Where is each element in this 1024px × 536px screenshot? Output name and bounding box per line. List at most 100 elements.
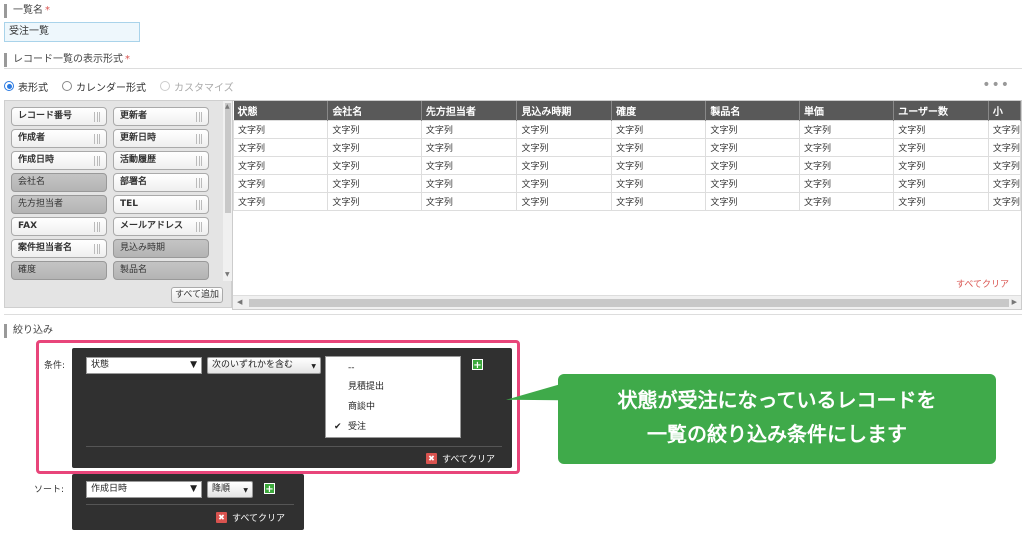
drag-handle-icon[interactable] bbox=[94, 134, 100, 144]
field-chip-updater[interactable]: 更新者 bbox=[113, 107, 209, 126]
table-row: 文字列 文字列 文字列 文字列 文字列 文字列 文字列 文字列 文字列 bbox=[233, 191, 1021, 211]
scroll-up-icon[interactable]: ▲ bbox=[225, 103, 230, 110]
column-header[interactable]: 見込み時期 bbox=[516, 101, 613, 120]
table-cell: 文字列 bbox=[420, 119, 518, 139]
table-cell: 文字列 bbox=[893, 191, 989, 211]
table-cell: 文字列 bbox=[611, 155, 707, 175]
table-cell: 文字列 bbox=[987, 191, 1021, 211]
column-header[interactable]: 小 bbox=[988, 101, 1021, 120]
table-cell: 文字列 bbox=[705, 119, 800, 139]
radio-table-format[interactable]: 表形式 bbox=[4, 79, 48, 94]
table-cell: 文字列 bbox=[798, 155, 895, 175]
table-cell: 文字列 bbox=[798, 119, 895, 139]
table-cell: 文字列 bbox=[611, 137, 707, 157]
list-name-input[interactable]: 受注一覧 bbox=[4, 22, 140, 42]
drag-handle-icon[interactable] bbox=[94, 112, 100, 122]
table-horizontal-scrollbar[interactable]: ◀ ▶ bbox=[233, 295, 1021, 309]
radio-selected-icon bbox=[4, 81, 14, 91]
column-header[interactable]: 状態 bbox=[233, 101, 329, 120]
panel-divider bbox=[86, 504, 294, 505]
table-cell: 文字列 bbox=[516, 119, 613, 139]
field-chip-company: 会社名 bbox=[11, 173, 107, 192]
add-all-button[interactable]: すべて追加 bbox=[171, 287, 223, 303]
field-chip-fax[interactable]: FAX bbox=[11, 217, 107, 236]
sort-order-select[interactable]: 降順 ▼ bbox=[207, 481, 253, 498]
table-cell: 文字列 bbox=[420, 191, 518, 211]
display-format-label: レコード一覧の表示形式 * bbox=[4, 53, 130, 67]
scroll-right-icon[interactable]: ▶ bbox=[1012, 298, 1017, 306]
field-chip-record-number[interactable]: レコード番号 bbox=[11, 107, 107, 126]
field-chip-assignee[interactable]: 案件担当者名 bbox=[11, 239, 107, 258]
preview-table: 状態 会社名 先方担当者 見込み時期 確度 製品名 単価 ユーザー数 小 文字列… bbox=[232, 100, 1022, 310]
table-row: 文字列 文字列 文字列 文字列 文字列 文字列 文字列 文字列 文字列 bbox=[233, 173, 1021, 193]
field-chip-product: 製品名 bbox=[113, 261, 209, 280]
radio-customize: カスタマイズ bbox=[160, 79, 234, 94]
table-cell: 文字列 bbox=[705, 173, 800, 193]
column-header[interactable]: 製品名 bbox=[705, 101, 800, 120]
table-cell: 文字列 bbox=[705, 137, 800, 157]
field-chip-created-at[interactable]: 作成日時 bbox=[11, 151, 107, 170]
dropdown-arrow-icon: ▼ bbox=[243, 487, 248, 494]
highlight-frame bbox=[36, 340, 520, 474]
table-cell: 文字列 bbox=[893, 173, 989, 193]
more-options-icon[interactable]: ••• bbox=[982, 78, 1010, 92]
table-row: 文字列 文字列 文字列 文字列 文字列 文字列 文字列 文字列 文字列 bbox=[233, 137, 1021, 157]
column-header[interactable]: 単価 bbox=[799, 101, 895, 120]
drag-handle-icon[interactable] bbox=[196, 178, 202, 188]
table-cell: 文字列 bbox=[611, 191, 707, 211]
table-cell: 文字列 bbox=[987, 155, 1021, 175]
table-cell: 文字列 bbox=[516, 137, 613, 157]
field-chip-department[interactable]: 部署名 bbox=[113, 173, 209, 192]
drag-handle-icon[interactable] bbox=[94, 156, 100, 166]
drag-handle-icon[interactable] bbox=[196, 200, 202, 210]
column-header[interactable]: 確度 bbox=[611, 101, 707, 120]
column-header[interactable]: ユーザー数 bbox=[893, 101, 989, 120]
drag-handle-icon[interactable] bbox=[94, 222, 100, 232]
drag-handle-icon[interactable] bbox=[94, 244, 100, 254]
add-sort-icon[interactable]: + bbox=[264, 483, 275, 495]
table-cell: 文字列 bbox=[987, 119, 1021, 139]
table-cell: 文字列 bbox=[705, 155, 800, 175]
display-format-radios: 表形式 カレンダー形式 カスタマイズ bbox=[4, 79, 248, 94]
table-cell: 文字列 bbox=[611, 119, 707, 139]
table-cell: 文字列 bbox=[233, 137, 329, 157]
field-chip-email[interactable]: メールアドレス bbox=[113, 217, 209, 236]
table-cell: 文字列 bbox=[611, 173, 707, 193]
table-cell: 文字列 bbox=[233, 119, 329, 139]
column-header[interactable]: 会社名 bbox=[327, 101, 422, 120]
scroll-left-icon[interactable]: ◀ bbox=[237, 298, 242, 306]
table-cell: 文字列 bbox=[798, 137, 895, 157]
drag-handle-icon[interactable] bbox=[196, 222, 202, 232]
sort-label: ソート: bbox=[34, 485, 65, 495]
table-cell: 文字列 bbox=[327, 137, 422, 157]
field-chip-activity[interactable]: 活動履歴 bbox=[113, 151, 209, 170]
table-cell: 文字列 bbox=[233, 191, 329, 211]
table-cell: 文字列 bbox=[893, 155, 989, 175]
field-palette: レコード番号 更新者 作成者 更新日時 作成日時 活動履歴 会社名 部署名 先方… bbox=[4, 100, 233, 308]
divider bbox=[4, 314, 1022, 315]
drag-handle-icon[interactable] bbox=[196, 156, 202, 166]
table-cell: 文字列 bbox=[987, 137, 1021, 157]
radio-calendar-format[interactable]: カレンダー形式 bbox=[62, 79, 146, 94]
table-cell: 文字列 bbox=[327, 191, 422, 211]
drag-handle-icon[interactable] bbox=[196, 134, 202, 144]
callout-line-2: 一覧の絞り込み条件にします bbox=[647, 422, 907, 446]
field-chip-creator[interactable]: 作成者 bbox=[11, 129, 107, 148]
table-cell: 文字列 bbox=[420, 155, 518, 175]
table-cell: 文字列 bbox=[516, 155, 613, 175]
table-cell: 文字列 bbox=[516, 191, 613, 211]
clear-sort-button[interactable]: ✖ すべてクリア bbox=[216, 511, 285, 524]
clear-columns-link[interactable]: すべてクリア bbox=[956, 277, 1009, 290]
sort-field-select[interactable]: 作成日時 ▼ bbox=[86, 481, 202, 498]
drag-handle-icon[interactable] bbox=[196, 112, 202, 122]
dropdown-arrow-icon: ▼ bbox=[190, 484, 197, 494]
table-cell: 文字列 bbox=[233, 173, 329, 193]
scroll-down-icon[interactable]: ▼ bbox=[225, 271, 230, 278]
table-cell: 文字列 bbox=[705, 191, 800, 211]
radio-disabled-icon bbox=[160, 81, 170, 91]
field-chip-tel[interactable]: TEL bbox=[113, 195, 209, 214]
field-chip-updated-at[interactable]: 更新日時 bbox=[113, 129, 209, 148]
scroll-thumb[interactable] bbox=[249, 299, 1009, 307]
column-header[interactable]: 先方担当者 bbox=[421, 101, 518, 120]
scroll-thumb[interactable] bbox=[225, 103, 231, 213]
